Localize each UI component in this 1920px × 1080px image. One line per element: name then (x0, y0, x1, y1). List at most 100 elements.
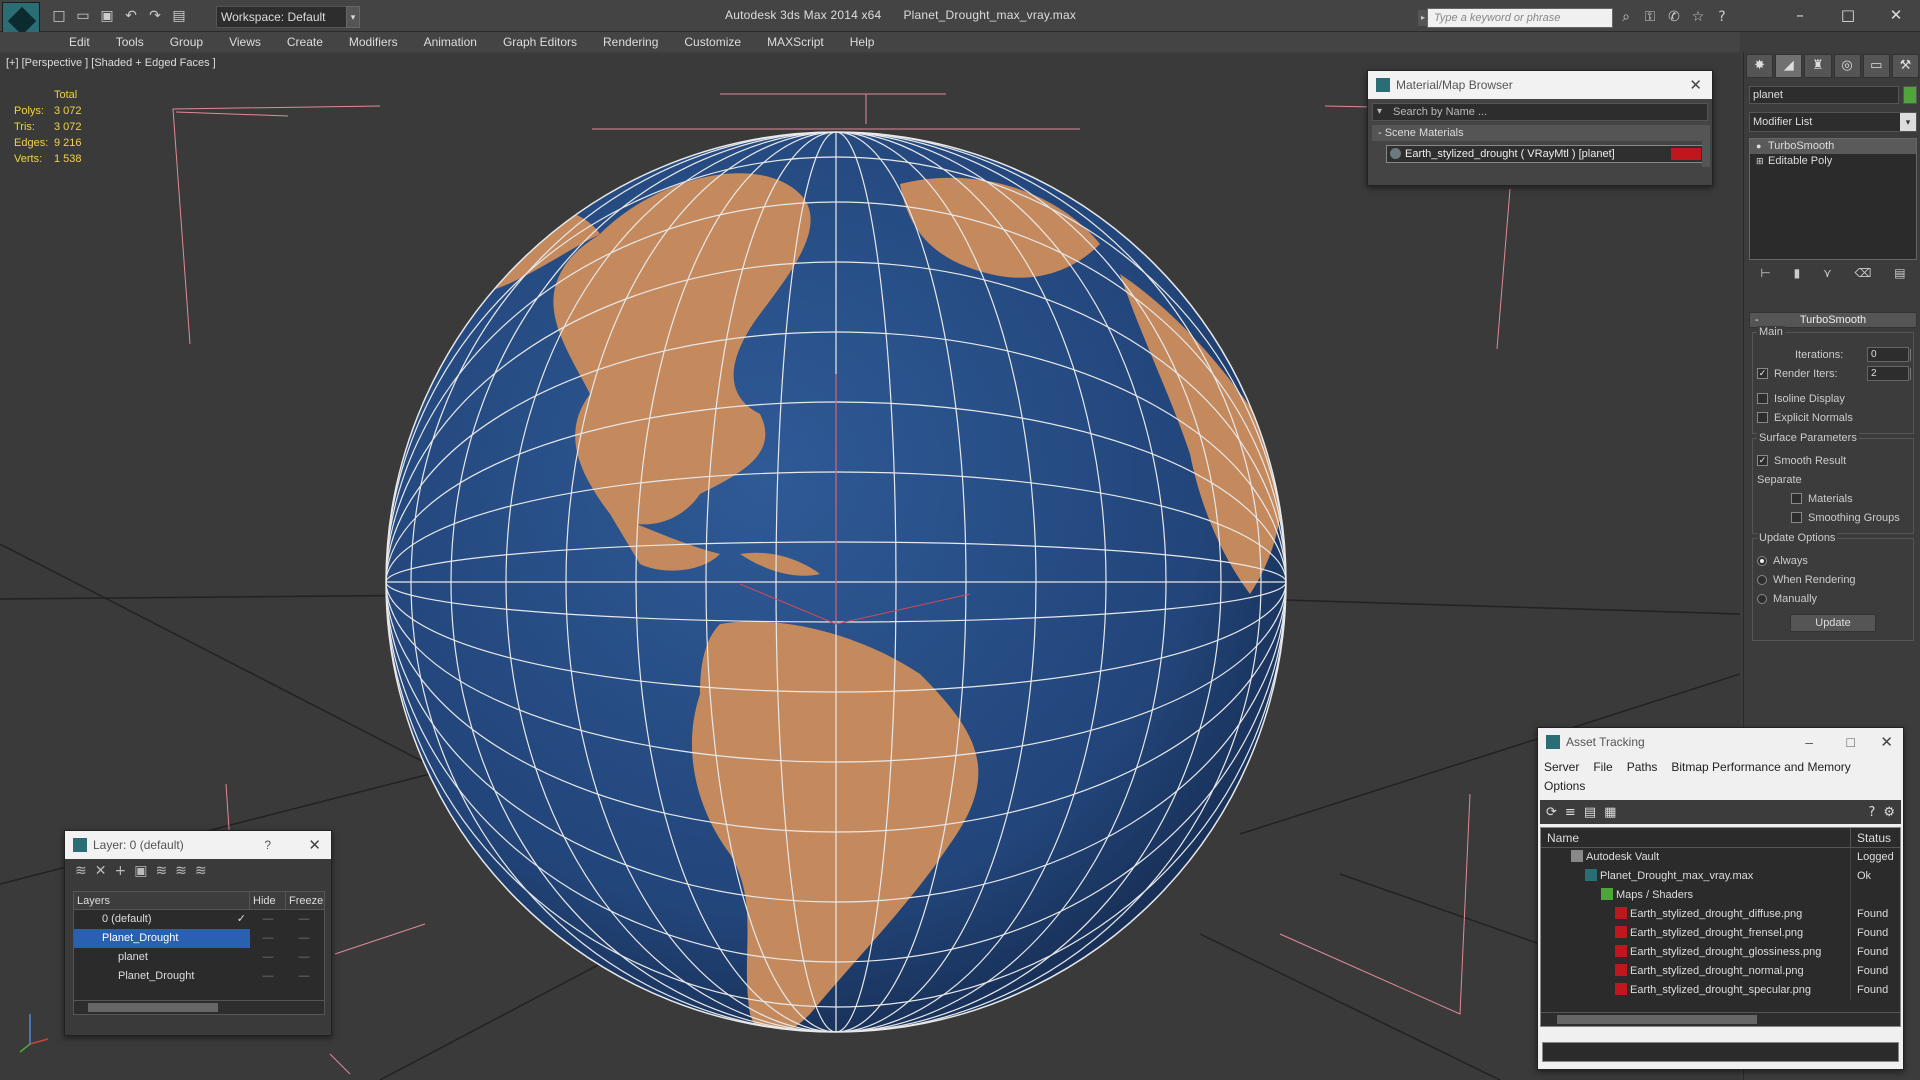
refresh-icon[interactable]: ⟳ (1546, 805, 1557, 820)
make-unique-icon[interactable]: ⋎ (1823, 266, 1832, 284)
modifier-list-dropdown[interactable]: Modifier List ▾ (1749, 112, 1917, 132)
smooth-result-checkbox[interactable]: ✓ (1757, 455, 1768, 466)
iterations-spinner[interactable]: 0 (1867, 347, 1911, 362)
delete-layer-icon[interactable]: ✕ (95, 863, 107, 879)
menu-help[interactable]: Help (837, 32, 888, 52)
list-view-icon[interactable]: ≡ (1565, 805, 1576, 820)
window-header[interactable]: Layer: 0 (default)? ✕ (65, 831, 331, 859)
modify-tab-icon[interactable]: ◢ (1775, 54, 1803, 78)
when-rendering-radio[interactable] (1757, 574, 1767, 585)
undo-icon[interactable]: ↶ (120, 6, 142, 26)
hierarchy-tab-icon[interactable]: ♜ (1804, 54, 1832, 78)
hide-toggle[interactable]: — (250, 948, 286, 967)
menu-modifiers[interactable]: Modifiers (336, 32, 411, 52)
favorites-star-icon[interactable]: ☆ (1689, 8, 1707, 26)
workspace-dropdown[interactable]: Workspace: Default▾ (216, 6, 356, 28)
list-item[interactable]: Earth_stylized_drought_frensel.png Found (1541, 924, 1900, 943)
window-header[interactable]: Asset Tracking – □ ✕ (1538, 728, 1903, 756)
freeze-toggle[interactable]: — (286, 910, 322, 929)
utilities-tab-icon[interactable]: ⚒ (1891, 54, 1920, 78)
list-item[interactable]: Maps / Shaders (1541, 886, 1900, 905)
col-hide[interactable]: Hide (250, 892, 286, 909)
redo-icon[interactable]: ↷ (144, 6, 166, 26)
object-name-field[interactable]: planet (1749, 86, 1899, 104)
toolbar-expand-icon[interactable]: ▾ (346, 6, 360, 28)
table-view-icon[interactable]: ▦ (1604, 805, 1616, 820)
select-objects-icon[interactable]: ▣ (134, 863, 147, 879)
create-tab-icon[interactable]: ✸ (1746, 54, 1774, 78)
menu-server[interactable]: Server (1544, 760, 1579, 774)
col-freeze[interactable]: Freeze (286, 892, 324, 909)
show-end-result-icon[interactable]: ▮ (1794, 266, 1801, 284)
communication-icon[interactable]: ✆ (1665, 8, 1683, 26)
pin-stack-icon[interactable]: ⊢ (1760, 266, 1770, 284)
settings-icon[interactable]: ⚙ (1883, 805, 1895, 820)
menu-views[interactable]: Views (216, 32, 274, 52)
menu-customize[interactable]: Customize (671, 32, 754, 52)
menu-file[interactable]: File (1593, 760, 1612, 774)
save-icon[interactable]: ▣ (96, 6, 118, 26)
subscription-icon[interactable]: ⚿ (1641, 8, 1659, 26)
object-row-planet[interactable]: planet — — (74, 948, 324, 967)
layer-row-planet-drought[interactable]: Planet_Drought — — (74, 929, 324, 948)
freeze-toggle[interactable]: — (286, 948, 322, 967)
render-iters-checkbox[interactable]: ✓ (1757, 368, 1768, 379)
list-item[interactable]: Earth_stylized_drought_normal.png Found (1541, 962, 1900, 981)
help-icon[interactable]: ? (1868, 805, 1875, 820)
menu-tools[interactable]: Tools (103, 32, 157, 52)
open-file-icon[interactable]: ▭ (72, 6, 94, 26)
always-radio[interactable] (1757, 555, 1767, 566)
close-icon[interactable]: ✕ (1689, 71, 1702, 99)
help-icon[interactable]: ? (264, 831, 271, 859)
list-item[interactable]: Earth_stylized_drought_diffuse.png Found (1541, 905, 1900, 924)
minimize-icon[interactable]: – (1805, 728, 1813, 756)
object-row-planet-drought[interactable]: Planet_Drought — — (74, 967, 324, 986)
col-status[interactable]: Status (1851, 828, 1891, 847)
scrollbar[interactable] (1702, 125, 1710, 167)
separate-smoothing-checkbox[interactable] (1791, 512, 1802, 523)
scroll-thumb[interactable] (88, 1003, 218, 1012)
menu-maxscript[interactable]: MAXScript (754, 32, 837, 52)
lightbulb-icon[interactable]: ● (1756, 139, 1761, 154)
col-name[interactable]: Name (1541, 828, 1851, 847)
scene-materials-section[interactable]: - Scene Materials (1372, 125, 1704, 141)
update-button[interactable]: Update (1790, 614, 1876, 632)
menu-graph-editors[interactable]: Graph Editors (490, 32, 590, 52)
new-file-icon[interactable]: □ (48, 6, 70, 26)
layer-row-default[interactable]: 0 (default) ✓ — — (74, 910, 324, 929)
close-icon[interactable]: ✕ (1872, 0, 1920, 30)
stack-item-editable-poly[interactable]: ⊞ Editable Poly (1750, 154, 1916, 169)
material-item[interactable]: Earth_stylized_drought ( VRayMtl ) [plan… (1386, 145, 1704, 163)
window-header[interactable]: Material/Map Browser ✕ (1368, 71, 1712, 99)
project-folder-icon[interactable]: ▤ (168, 6, 190, 26)
material-search-input[interactable]: Search by Name ... (1372, 103, 1708, 121)
explicit-normals-checkbox[interactable] (1757, 412, 1768, 423)
highlight-selected-icon[interactable]: ≋ (155, 863, 167, 879)
add-to-layer-icon[interactable]: + (114, 863, 126, 879)
scroll-thumb[interactable] (1557, 1015, 1757, 1024)
planet-globe[interactable] (385, 131, 1287, 1037)
binoculars-icon[interactable]: ⌕ (1617, 8, 1635, 26)
menu-edit[interactable]: Edit (56, 32, 103, 52)
display-tab-icon[interactable]: ▭ (1862, 54, 1890, 78)
configure-sets-icon[interactable]: ▤ (1894, 266, 1905, 284)
menu-animation[interactable]: Animation (411, 32, 490, 52)
menu-group[interactable]: Group (157, 32, 216, 52)
render-iters-spinner[interactable]: 2 (1867, 366, 1911, 381)
motion-tab-icon[interactable]: ◎ (1833, 54, 1861, 78)
hide-toggle[interactable]: — (250, 929, 286, 948)
keyword-search-input[interactable]: Type a keyword or phrase (1427, 8, 1613, 28)
stack-item-turbosmooth[interactable]: ● TurboSmooth (1750, 139, 1916, 154)
list-item[interactable]: Planet_Drought_max_vray.max Ok (1541, 867, 1900, 886)
viewport-label[interactable]: [+] [Perspective ] [Shaded + Edged Faces… (6, 57, 216, 69)
menu-create[interactable]: Create (274, 32, 336, 52)
menu-rendering[interactable]: Rendering (590, 32, 671, 52)
horizontal-scrollbar[interactable] (1541, 1012, 1900, 1026)
hide-toggle[interactable]: — (250, 967, 286, 986)
menu-options[interactable]: Options (1544, 779, 1585, 793)
list-item[interactable]: Earth_stylized_drought_specular.png Found (1541, 981, 1900, 1000)
hide-toggle[interactable]: — (250, 910, 286, 929)
minimize-icon[interactable]: – (1776, 0, 1824, 30)
hide-all-icon[interactable]: ≋ (175, 863, 187, 879)
separate-materials-checkbox[interactable] (1791, 493, 1802, 504)
